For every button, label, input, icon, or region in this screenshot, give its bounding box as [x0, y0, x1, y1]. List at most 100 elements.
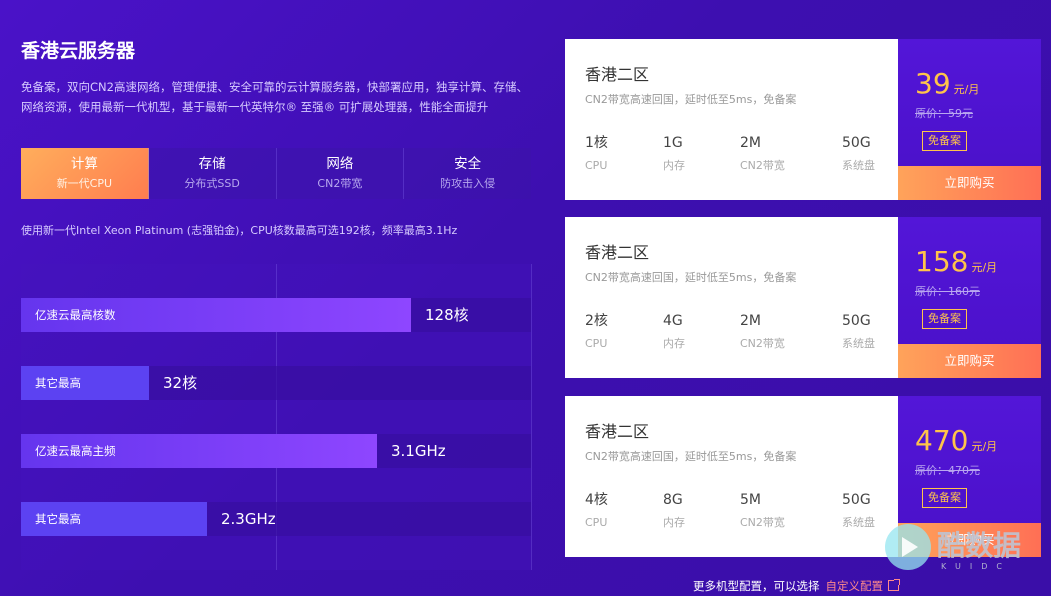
comparison-value: 128核 [425, 306, 469, 324]
feature-tabs: 计算 新一代CPU 存储 分布式SSD 网络 CN2带宽 安全 防攻击入侵 [21, 148, 531, 199]
original-price: 原价：59元 [915, 107, 973, 120]
spec-disk: 50G 系统盘 [842, 491, 875, 532]
price-panel: 158 元/月 原价：160元 免备案 立即购买 [898, 217, 1041, 378]
tab-label: 安全 [454, 156, 482, 172]
spec-bandwidth: 2M CN2带宽 [740, 312, 785, 353]
comparison-track: 亿速云最高主频 3.1GHz [21, 434, 531, 468]
price-number: 39 [915, 67, 951, 100]
spec-value: 4G [663, 313, 683, 329]
comparison-track: 其它最高 32核 [21, 366, 531, 400]
tab-sublabel: CN2带宽 [317, 177, 363, 190]
comparison-bar-other: 其它最高 [21, 502, 207, 536]
spec-memory: 8G 内存 [663, 491, 685, 532]
spec-value: 50G [842, 492, 871, 508]
buy-now-button[interactable]: 立即购买 [898, 166, 1041, 200]
tab-compute[interactable]: 计算 新一代CPU [21, 148, 149, 199]
spec-bandwidth: 5M CN2带宽 [740, 491, 785, 532]
comparison-track: 亿速云最高核数 128核 [21, 298, 531, 332]
comparison-bar-label: 亿速云最高核数 [35, 308, 116, 322]
spec-value: 5M [740, 492, 761, 508]
spec-value: 2M [740, 313, 761, 329]
spec-value: 2核 [585, 313, 608, 329]
plan-price: 470 元/月 [915, 424, 997, 457]
tab-sublabel: 分布式SSD [184, 177, 240, 190]
spec-cpu: 4核 CPU [585, 491, 608, 532]
watermark-logo: 酷数据 KUIDC [885, 524, 1035, 576]
plan-price: 39 元/月 [915, 67, 979, 100]
spec-key: 内存 [663, 159, 685, 172]
buy-now-button[interactable]: 立即购买 [898, 344, 1041, 378]
no-filing-badge: 免备案 [922, 131, 967, 151]
tab-label: 计算 [70, 156, 98, 172]
plan-subtitle: CN2带宽高速回国，延时低至5ms，免备案 [585, 450, 797, 463]
spec-key: CPU [585, 516, 608, 529]
watermark-text: 酷数据 [937, 529, 1022, 562]
tab-sublabel: 防攻击入侵 [440, 177, 496, 190]
comparison-chart: 亿速云最高核数 128核其它最高 32核亿速云最高主频 3.1GHz 其它最高 2.3GH… [21, 264, 532, 570]
external-link-icon [888, 579, 900, 591]
spec-value: 50G [842, 135, 871, 151]
spec-disk: 50G 系统盘 [842, 312, 875, 353]
price-number: 158 [915, 245, 969, 278]
spec-key: CN2带宽 [740, 337, 785, 350]
comparison-bar-label: 亿速云最高主频 [35, 444, 116, 458]
tab-label: 存储 [198, 156, 226, 172]
price-number: 470 [915, 424, 969, 457]
spec-value: 50G [842, 313, 871, 329]
footer-note: 更多机型配置，可以选择 自定义配置 [693, 578, 900, 594]
play-icon [885, 524, 931, 570]
price-unit: 元/月 [971, 261, 998, 274]
comparison-bar-label: 其它最高 [35, 512, 81, 526]
custom-config-link[interactable]: 自定义配置 [826, 579, 900, 593]
page-description: 免备案，双向CN2高速网络，管理便捷、安全可靠的云计算服务器，快部署应用，独享计… [21, 80, 528, 114]
spec-memory: 1G 内存 [663, 134, 685, 175]
comparison-bar-label: 其它最高 [35, 376, 81, 390]
spec-key: 系统盘 [842, 159, 875, 172]
spec-cpu: 2核 CPU [585, 312, 608, 353]
spec-key: 系统盘 [842, 337, 875, 350]
plan-subtitle: CN2带宽高速回国，延时低至5ms，免备案 [585, 271, 797, 284]
price-panel: 39 元/月 原价：59元 免备案 立即购买 [898, 39, 1041, 200]
spec-key: CPU [585, 159, 608, 172]
no-filing-badge: 免备案 [922, 309, 967, 329]
comparison-bar-yisu: 亿速云最高主频 [21, 434, 377, 468]
comparison-bar-other: 其它最高 [21, 366, 149, 400]
price-unit: 元/月 [971, 440, 998, 453]
spec-key: 内存 [663, 337, 685, 350]
spec-bandwidth: 2M CN2带宽 [740, 134, 785, 175]
footer-text: 更多机型配置，可以选择 [693, 579, 820, 593]
tab-description: 使用新一代Intel Xeon Platinum (志强铂金)，CPU核数最高可… [21, 224, 458, 237]
price-unit: 元/月 [953, 83, 980, 96]
spec-value: 2M [740, 135, 761, 151]
spec-key: 系统盘 [842, 516, 875, 529]
original-price: 原价：160元 [915, 285, 980, 298]
spec-value: 1核 [585, 135, 608, 151]
spec-memory: 4G 内存 [663, 312, 685, 353]
comparison-value: 32核 [163, 374, 198, 392]
plan-name: 香港二区 [585, 65, 650, 84]
tab-security[interactable]: 安全 防攻击入侵 [404, 148, 531, 199]
comparison-value: 2.3GHz [221, 510, 276, 528]
comparison-bar-yisu: 亿速云最高核数 [21, 298, 411, 332]
original-price: 原价：470元 [915, 464, 980, 477]
plan-name: 香港二区 [585, 243, 650, 262]
page-title: 香港云服务器 [21, 40, 136, 62]
no-filing-badge: 免备案 [922, 488, 967, 508]
spec-disk: 50G 系统盘 [842, 134, 875, 175]
chart-gridline [531, 264, 532, 570]
spec-key: CN2带宽 [740, 516, 785, 529]
plan-card: 香港二区 CN2带宽高速回国，延时低至5ms，免备案 2核 CPU 4G 内存 2M… [565, 217, 1041, 378]
comparison-value: 3.1GHz [391, 442, 446, 460]
plan-card: 香港二区 CN2带宽高速回国，延时低至5ms，免备案 1核 CPU 1G 内存 2M… [565, 39, 1041, 200]
spec-key: CPU [585, 337, 608, 350]
tab-label: 网络 [326, 156, 354, 172]
spec-cpu: 1核 CPU [585, 134, 608, 175]
spec-value: 1G [663, 135, 683, 151]
plan-price: 158 元/月 [915, 245, 997, 278]
tab-network[interactable]: 网络 CN2带宽 [277, 148, 405, 199]
tab-sublabel: 新一代CPU [56, 177, 113, 190]
custom-config-link-label: 自定义配置 [825, 579, 884, 593]
tab-storage[interactable]: 存储 分布式SSD [149, 148, 277, 199]
comparison-track: 其它最高 2.3GHz [21, 502, 531, 536]
spec-key: 内存 [663, 516, 685, 529]
